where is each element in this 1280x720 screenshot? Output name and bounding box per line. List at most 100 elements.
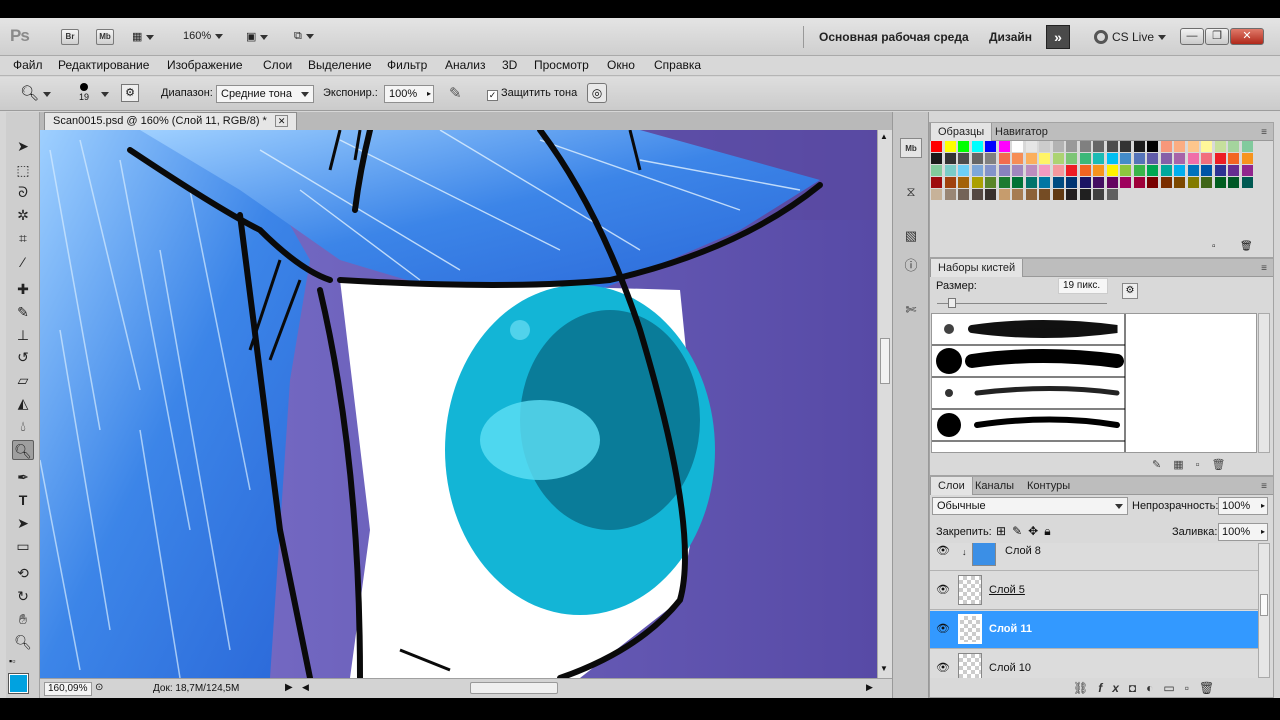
vertical-scrollbar[interactable]: ▲ ▼ bbox=[877, 130, 892, 678]
foreground-color-swatch[interactable] bbox=[8, 673, 29, 694]
color-swatch[interactable] bbox=[931, 189, 942, 200]
color-swatch[interactable] bbox=[1039, 153, 1050, 164]
screen-mode-dropdown[interactable]: ⧉ bbox=[294, 30, 314, 43]
minimize-button[interactable]: — bbox=[1180, 28, 1204, 45]
color-swatch[interactable] bbox=[1052, 177, 1064, 188]
color-swatch[interactable] bbox=[1201, 177, 1212, 188]
color-swatch[interactable] bbox=[1012, 141, 1023, 152]
color-swatch[interactable] bbox=[1133, 153, 1145, 164]
exposure-input[interactable]: 100% ▸ bbox=[384, 85, 434, 103]
color-swatch[interactable] bbox=[1241, 141, 1253, 152]
history-panel-icon[interactable]: ⧖ bbox=[900, 182, 922, 202]
color-swatch[interactable] bbox=[1147, 165, 1158, 176]
tab-channels[interactable]: Каналы bbox=[968, 477, 1021, 495]
color-swatch[interactable] bbox=[958, 153, 969, 164]
eraser-icon[interactable]: ▱ bbox=[12, 370, 34, 390]
layers-scroll-thumb[interactable] bbox=[1260, 594, 1268, 616]
color-swatch[interactable] bbox=[985, 141, 996, 152]
color-swatch[interactable] bbox=[1066, 189, 1077, 200]
tab-swatches[interactable]: Образцы bbox=[930, 123, 993, 141]
tab-layers[interactable]: Слои bbox=[930, 477, 973, 495]
scroll-down-icon[interactable]: ▼ bbox=[880, 664, 888, 673]
color-swatch[interactable] bbox=[1241, 177, 1253, 188]
history-brush-icon[interactable]: ↺ bbox=[12, 347, 34, 367]
color-swatch[interactable] bbox=[931, 165, 942, 176]
lock-paint-icon[interactable]: ✎ bbox=[1012, 524, 1028, 538]
color-swatch[interactable] bbox=[1174, 165, 1185, 176]
color-swatch[interactable] bbox=[1174, 177, 1185, 188]
new-layer-icon[interactable]: ▫ bbox=[1185, 681, 1199, 695]
color-swatch[interactable] bbox=[1106, 153, 1118, 164]
color-swatch[interactable] bbox=[1214, 153, 1226, 164]
color-swatch[interactable] bbox=[1025, 189, 1037, 200]
layer-row[interactable]: 👁︎ Слой 10 bbox=[930, 650, 1258, 678]
color-swatch[interactable] bbox=[958, 189, 969, 200]
color-swatch[interactable] bbox=[1120, 177, 1131, 188]
color-swatch[interactable] bbox=[971, 177, 983, 188]
menu-analysis[interactable]: Анализ bbox=[445, 58, 486, 72]
color-swatch[interactable] bbox=[1120, 141, 1131, 152]
color-swatch[interactable] bbox=[1093, 165, 1104, 176]
color-swatch[interactable] bbox=[1066, 153, 1077, 164]
menu-file[interactable]: Файл bbox=[13, 58, 43, 72]
color-swatch[interactable] bbox=[1187, 177, 1199, 188]
group-icon[interactable]: ▭ bbox=[1163, 681, 1184, 695]
color-swatch[interactable] bbox=[1079, 177, 1091, 188]
menu-edit[interactable]: Редактирование bbox=[58, 58, 149, 72]
color-swatch[interactable] bbox=[1025, 141, 1037, 152]
arrange-documents-dropdown[interactable]: ▣ bbox=[246, 30, 269, 43]
color-swatch[interactable] bbox=[1079, 189, 1091, 200]
quick-select-icon[interactable]: ✲ bbox=[12, 205, 34, 225]
color-swatch[interactable] bbox=[1025, 153, 1037, 164]
info-panel-icon[interactable]: ⓘ bbox=[900, 256, 922, 276]
tools-preset-panel-icon[interactable]: ✄ bbox=[900, 300, 922, 320]
dodge-burn-tool-icon[interactable]: 🔍︎ bbox=[12, 440, 34, 460]
color-swatch[interactable] bbox=[1187, 153, 1199, 164]
tool-preset-picker[interactable]: 🔍︎ bbox=[20, 84, 52, 102]
bridge-button[interactable]: Br bbox=[61, 29, 79, 45]
color-swatch[interactable] bbox=[958, 177, 969, 188]
size-slider-track[interactable] bbox=[937, 303, 1107, 304]
color-swatch[interactable] bbox=[1079, 141, 1091, 152]
color-swatch[interactable] bbox=[1066, 165, 1077, 176]
airbrush-icon[interactable]: ✎ bbox=[449, 84, 462, 102]
chevron-down-icon[interactable] bbox=[101, 92, 109, 97]
color-swatch[interactable] bbox=[931, 177, 942, 188]
new-swatch-icon[interactable]: ▫ bbox=[1212, 241, 1216, 252]
scroll-up-icon[interactable]: ▲ bbox=[880, 132, 888, 141]
color-swatch[interactable] bbox=[1012, 153, 1023, 164]
color-swatch[interactable] bbox=[1066, 141, 1077, 152]
scroll-thumb[interactable] bbox=[880, 338, 890, 384]
trash-icon[interactable]: 🗑︎ bbox=[1199, 681, 1224, 695]
color-swatch[interactable] bbox=[1174, 153, 1185, 164]
color-swatch[interactable] bbox=[1160, 153, 1172, 164]
brush-panel-footer-icons[interactable]: ✎▦▫🗑︎ bbox=[1152, 458, 1237, 471]
blur-icon[interactable]: 💧︎ bbox=[12, 416, 34, 436]
horizontal-scroll-thumb[interactable] bbox=[470, 682, 558, 694]
color-swatch[interactable] bbox=[1079, 165, 1091, 176]
info-icon[interactable]: ⊙ bbox=[95, 682, 103, 693]
color-swatch[interactable] bbox=[1093, 177, 1104, 188]
color-swatch[interactable] bbox=[944, 153, 956, 164]
color-swatch[interactable] bbox=[1106, 165, 1118, 176]
color-swatch[interactable] bbox=[1160, 177, 1172, 188]
reset-brush-icon[interactable]: ⚙ bbox=[1122, 283, 1138, 299]
blend-mode-select[interactable]: Обычные bbox=[932, 497, 1128, 515]
healing-icon[interactable]: ✚ bbox=[12, 279, 34, 299]
eye-icon[interactable]: 👁︎ bbox=[936, 622, 950, 635]
color-swatch[interactable] bbox=[1133, 165, 1145, 176]
color-swatch[interactable] bbox=[1241, 165, 1253, 176]
color-swatch[interactable] bbox=[1201, 153, 1212, 164]
lock-options[interactable]: ⊞✎✥🔒︎ bbox=[996, 524, 1057, 539]
close-icon[interactable]: ✕ bbox=[274, 115, 289, 127]
workspace-design[interactable]: Дизайн bbox=[989, 30, 1032, 44]
color-swatch[interactable] bbox=[1052, 153, 1064, 164]
color-swatch[interactable] bbox=[985, 165, 996, 176]
color-swatch[interactable] bbox=[1147, 177, 1158, 188]
color-swatch[interactable] bbox=[1174, 141, 1185, 152]
color-swatch[interactable] bbox=[1187, 165, 1199, 176]
lock-all-icon[interactable]: 🔒︎ bbox=[1044, 524, 1056, 538]
color-swatch[interactable] bbox=[998, 141, 1010, 152]
color-swatch[interactable] bbox=[944, 177, 956, 188]
color-swatch[interactable] bbox=[1106, 189, 1118, 200]
